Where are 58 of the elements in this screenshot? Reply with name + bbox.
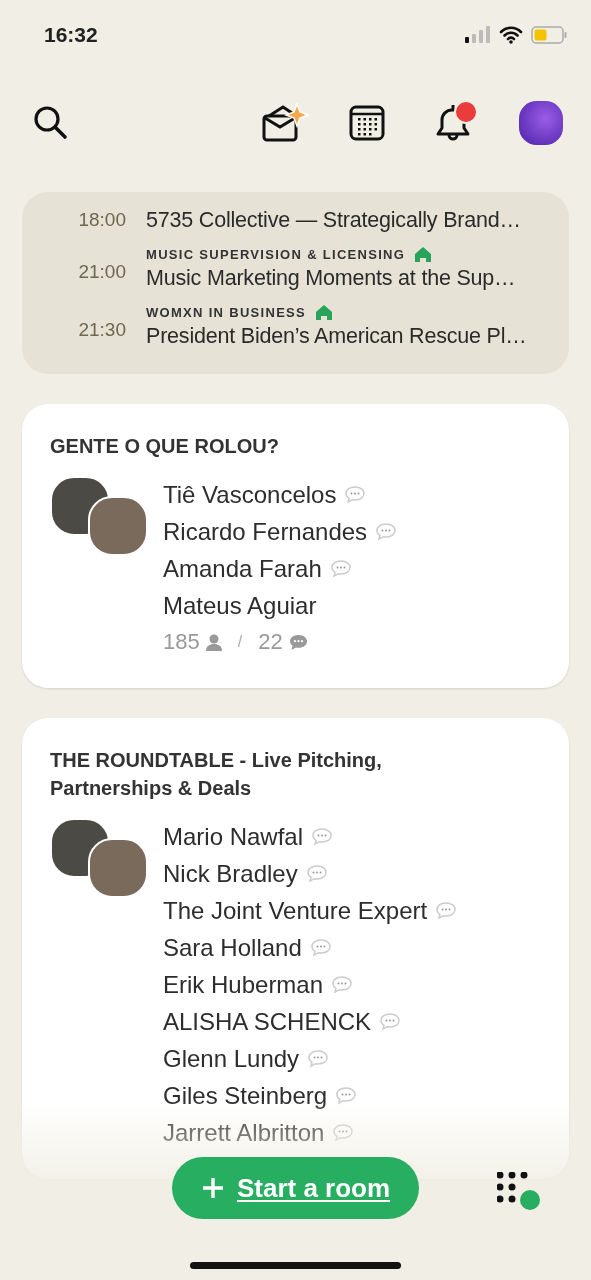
- speaker-name: Ricardo Fernandes: [163, 517, 368, 547]
- person-icon: [205, 633, 222, 651]
- chat-bubble-icon: [375, 521, 398, 542]
- event-time: 21:00: [77, 260, 127, 284]
- chat-bubble-icon: [335, 1085, 358, 1106]
- chat-bubble-icon: [307, 1048, 330, 1069]
- speaker-name: Amanda Farah: [163, 554, 322, 584]
- wifi-icon: [499, 26, 523, 44]
- chat-bubble-icon: [311, 826, 334, 847]
- club-name: MUSIC SUPERVISION & LICENSING: [146, 247, 406, 262]
- speaker-name: The Joint Venture Expert: [163, 896, 428, 926]
- speaker-name: Glenn Lundy: [163, 1044, 300, 1074]
- event-title[interactable]: Music Marketing Moments at the Sup…: [146, 266, 516, 290]
- plus-icon: [200, 1176, 225, 1200]
- signal-icon: [465, 26, 491, 44]
- chat-bubble-icon: [331, 974, 354, 995]
- club-name: WOMXN IN BUSINESS: [146, 305, 307, 320]
- house-icon: [316, 305, 333, 320]
- calendar-button[interactable]: [349, 104, 385, 141]
- speaker-name: Nick Bradley: [163, 859, 298, 889]
- chat-bubble-icon: [435, 900, 458, 921]
- speaker-name: Giles Steinberg: [163, 1081, 328, 1111]
- invite-envelope-button[interactable]: [261, 101, 309, 144]
- chat-bubble-icon: [379, 1011, 402, 1032]
- house-icon: [415, 247, 432, 262]
- battery-icon: [531, 26, 567, 44]
- dot-grid-icon: [497, 1172, 528, 1203]
- listener-count: 185: [163, 628, 200, 656]
- dot-grid-button[interactable]: [497, 1172, 543, 1212]
- room-card[interactable]: THE ROUNDTABLE - Live Pitching, Partnerships & Deals Mario Nawfal Nick Bradley The Joint Venture Expert Sara Holland Erik Huberman ALISHA SCHENCK Glenn Lundy Giles Steinberg Jarrett Albritton: [22, 718, 569, 1179]
- separator-slash: /: [237, 632, 243, 652]
- speaker-name: ALISHA SCHENCK: [163, 1007, 372, 1037]
- room-title: THE ROUNDTABLE - Live Pitching, Partnerships & Deals: [50, 748, 383, 801]
- room-card[interactable]: GENTE O QUE ROLOU? Tiê Vasconcelos Ricardo Fernandes Amanda Farah Mateus Aguiar 185 / 22: [22, 404, 569, 688]
- speaker-name: Mateus Aguiar: [163, 591, 317, 621]
- search-button[interactable]: [32, 103, 70, 142]
- event-title[interactable]: President Biden’s American Rescue Pl…: [146, 324, 527, 348]
- event-time: 18:00: [77, 208, 127, 232]
- chat-bubble-icon: [288, 633, 308, 651]
- speaker-name: Sara Holland: [163, 933, 302, 963]
- chat-bubble-icon: [344, 484, 367, 505]
- speaker-name: Tiê Vasconcelos: [163, 480, 337, 510]
- chat-bubble-icon: [329, 558, 352, 579]
- speaker-name: Erik Huberman: [163, 970, 324, 1000]
- event-time: 21:30: [77, 318, 127, 342]
- speaker-name: Mario Nawfal: [163, 822, 304, 852]
- chat-bubble-icon: [309, 937, 332, 958]
- speaker-avatar: [88, 838, 148, 898]
- speaker-name: Jarrett Albritton: [163, 1118, 325, 1148]
- profile-avatar[interactable]: [519, 100, 563, 145]
- clock-time: 16:32: [44, 23, 99, 47]
- upcoming-events-panel[interactable]: 18:00 5735 Collective — Strategically Brand… 21:00 MUSIC SUPERVISION & LICENSING Music Marketing Moments at the Sup… 21:30 WOMXN IN BUSINESS President Biden’s American Rescue Pl…: [22, 192, 569, 374]
- event-title[interactable]: 5735 Collective — Strategically Brand…: [146, 208, 521, 232]
- room-title: GENTE O QUE ROLOU?: [50, 434, 280, 459]
- speaker-avatar: [88, 496, 148, 556]
- chat-bubble-icon: [305, 863, 328, 884]
- speaker-count: 22: [258, 628, 283, 656]
- chat-bubble-icon: [332, 1122, 355, 1143]
